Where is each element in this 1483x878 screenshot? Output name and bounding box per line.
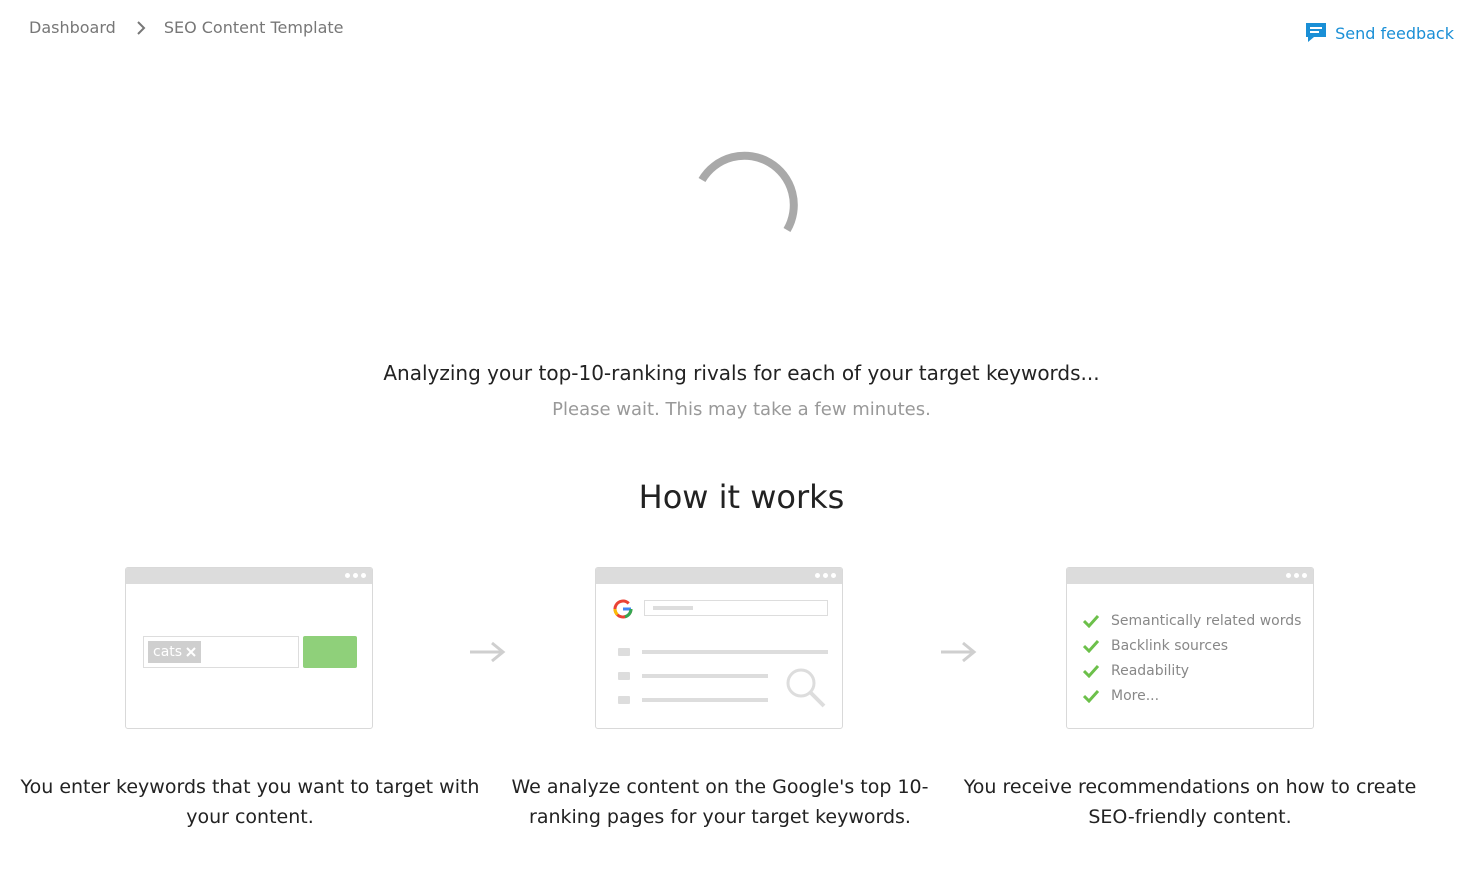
checkmark-icon bbox=[1083, 689, 1099, 703]
google-logo-icon bbox=[613, 599, 633, 619]
keyword-submit-illustration bbox=[303, 636, 357, 668]
result-line bbox=[642, 650, 828, 654]
step-2-description: We analyze content on the Google's top 1… bbox=[511, 776, 929, 828]
recommendation-label: Readability bbox=[1111, 662, 1190, 679]
list-item: Backlink sources bbox=[1083, 633, 1301, 658]
keyword-chip: cats bbox=[148, 641, 202, 663]
step-3-illustration: Semantically related words Backlink sour… bbox=[1066, 567, 1314, 729]
send-feedback-label: Send feedback bbox=[1335, 23, 1454, 43]
result-line bbox=[642, 698, 768, 702]
status-subtitle: Please wait. This may take a few minutes… bbox=[552, 399, 931, 420]
close-icon bbox=[186, 647, 196, 657]
window-titlebar bbox=[126, 568, 372, 584]
loading-spinner-icon bbox=[698, 151, 798, 233]
result-bullet bbox=[618, 696, 630, 704]
step-1-illustration: cats bbox=[125, 567, 373, 729]
recommendation-label: Backlink sources bbox=[1111, 637, 1228, 654]
send-feedback-button[interactable]: Send feedback bbox=[1304, 22, 1454, 44]
checkmark-icon bbox=[1083, 614, 1099, 628]
result-bullet bbox=[618, 648, 630, 656]
list-item: More... bbox=[1083, 683, 1301, 708]
window-dots-icon bbox=[815, 573, 836, 578]
breadcrumb-current: SEO Content Template bbox=[163, 18, 344, 37]
window-titlebar bbox=[1067, 568, 1313, 584]
magnifier-icon bbox=[786, 668, 826, 708]
window-dots-icon bbox=[1286, 573, 1307, 578]
step-1-description: You enter keywords that you want to targ… bbox=[20, 776, 480, 828]
chat-bubble-icon bbox=[1306, 23, 1327, 42]
step-2-illustration bbox=[595, 567, 843, 729]
breadcrumb: Dashboard SEO Content Template bbox=[29, 18, 343, 37]
arrow-right-icon bbox=[941, 641, 977, 663]
window-dots-icon bbox=[345, 573, 366, 578]
window-titlebar bbox=[596, 568, 842, 584]
status-title: Analyzing your top-10-ranking rivals for… bbox=[383, 361, 1100, 385]
arrow-right-icon bbox=[470, 641, 506, 663]
checkmark-icon bbox=[1083, 639, 1099, 653]
list-item: Semantically related words bbox=[1083, 608, 1301, 633]
step-3-description: You receive recommendations on how to cr… bbox=[963, 776, 1417, 828]
keyword-input-illustration: cats bbox=[143, 636, 299, 668]
result-line bbox=[642, 674, 768, 678]
recommendation-label: More... bbox=[1111, 687, 1160, 704]
search-box-illustration bbox=[644, 600, 828, 616]
result-bullet bbox=[618, 672, 630, 680]
chevron-right-icon bbox=[137, 20, 146, 35]
breadcrumb-dashboard-link[interactable]: Dashboard bbox=[29, 18, 116, 37]
keyword-chip-label: cats bbox=[153, 644, 183, 660]
recommendation-label: Semantically related words bbox=[1111, 612, 1302, 629]
recommendation-list: Semantically related words Backlink sour… bbox=[1083, 608, 1301, 708]
list-item: Readability bbox=[1083, 658, 1301, 683]
how-it-works-title: How it works bbox=[638, 478, 845, 516]
checkmark-icon bbox=[1083, 664, 1099, 678]
